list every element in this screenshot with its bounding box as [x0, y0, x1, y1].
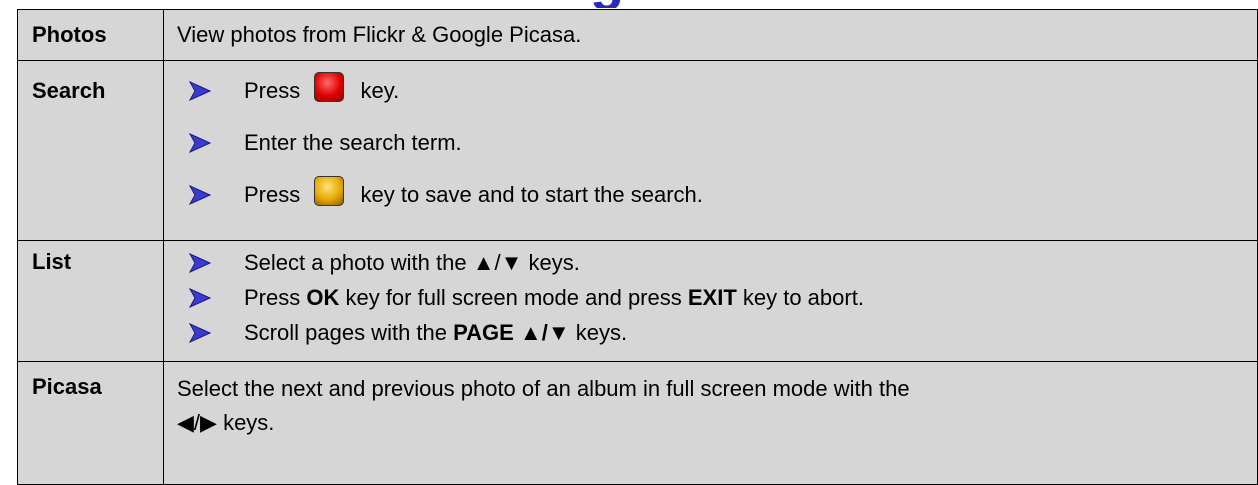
list-item: Press key. — [164, 65, 1257, 117]
picasa-text-line-2: ◀/▶ keys. — [177, 410, 275, 435]
table-row-search: Search Press key. Enter the search term.… — [17, 60, 1258, 241]
bullet-text: Press — [244, 182, 301, 207]
row-label-search: Search — [17, 60, 164, 241]
table-row-picasa: Picasa Select the next and previous phot… — [17, 361, 1258, 485]
page-key-label: PAGE ▲/▼ — [453, 320, 570, 345]
table-row-photos: Photos View photos from Flickr & Google … — [17, 9, 1258, 61]
row-label-photos: Photos — [17, 9, 164, 61]
heading-text: g — [590, 0, 770, 8]
row-label-list: List — [17, 240, 164, 362]
yellow-key-icon — [314, 176, 345, 206]
row-content-search: Press key. Enter the search term. Press … — [163, 60, 1258, 241]
list-item: Press key to save and to start the searc… — [164, 169, 1257, 221]
ok-key-label: OK — [306, 285, 340, 310]
row-content-list: Select a photo with the ▲/▼ keys. Press … — [163, 240, 1258, 362]
feature-table: Photos View photos from Flickr & Google … — [17, 9, 1258, 485]
list-item: Enter the search term. — [164, 117, 1257, 169]
table-row-list: List Select a photo with the ▲/▼ keys. P… — [17, 240, 1258, 362]
bullet-text: key for full screen mode and press — [339, 285, 688, 310]
bullet-text: Press — [244, 285, 307, 310]
row-content-photos: View photos from Flickr & Google Picasa. — [163, 9, 1258, 61]
exit-key-label: EXIT — [687, 285, 737, 310]
bullet-text: keys. — [569, 320, 628, 345]
bullet-text: key. — [360, 78, 400, 103]
list-item: Select a photo with the ▲/▼ keys. — [164, 245, 1257, 280]
bullet-text: Select a photo with the ▲/▼ keys. — [244, 250, 580, 275]
list-item: Press OK key for full screen mode and pr… — [164, 280, 1257, 315]
list-item: Scroll pages with the PAGE ▲/▼ keys. — [164, 315, 1257, 350]
bullet-text: Scroll pages with the — [244, 320, 454, 345]
row-content-picasa: Select the next and previous photo of an… — [163, 361, 1258, 485]
row-label-picasa: Picasa — [17, 361, 164, 485]
bullet-text: key to save and to start the search. — [360, 182, 703, 207]
picasa-text-line-1: Select the next and previous photo of an… — [177, 376, 910, 401]
bullet-text: key to abort. — [736, 285, 864, 310]
bullet-text: Enter the search term. — [244, 130, 462, 155]
section-heading-fragment: g — [590, 0, 770, 8]
bullet-text: Press — [244, 78, 301, 103]
red-key-icon — [314, 72, 345, 102]
